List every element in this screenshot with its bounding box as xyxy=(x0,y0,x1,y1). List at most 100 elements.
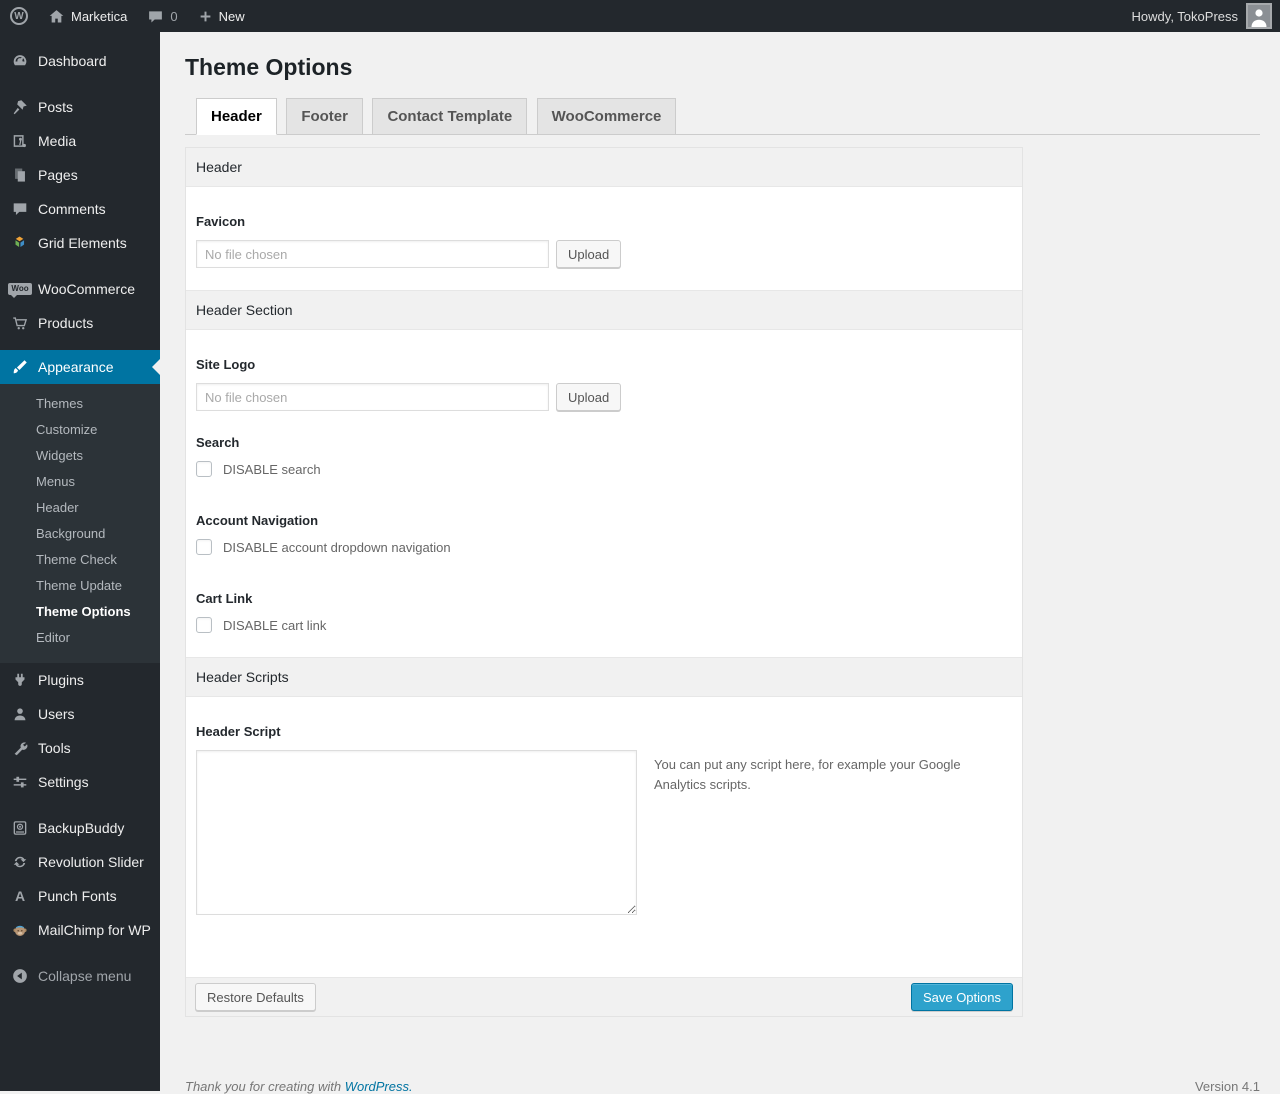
site-logo-file-input[interactable] xyxy=(196,383,549,411)
disable-account-nav-checkbox-label: DISABLE account dropdown navigation xyxy=(223,539,451,555)
sidebar-item-posts[interactable]: Posts xyxy=(0,90,160,124)
avatar-silhouette-icon xyxy=(1248,5,1270,27)
sidebar-item-woocommerce[interactable]: Woo WooCommerce xyxy=(0,272,160,306)
avatar[interactable] xyxy=(1246,3,1272,29)
submenu-item-background[interactable]: Background xyxy=(0,521,160,547)
sidebar-item-label: Posts xyxy=(38,99,74,115)
paintbrush-icon xyxy=(10,357,30,377)
account-navigation-label: Account Navigation xyxy=(196,513,319,528)
menu-separator xyxy=(0,78,160,90)
sidebar-item-backupbuddy[interactable]: BackupBuddy xyxy=(0,811,160,845)
section-header-section-title: Header Section xyxy=(186,290,1022,330)
sidebar-item-pages[interactable]: Pages xyxy=(0,158,160,192)
sidebar-item-label: MailChimp for WP xyxy=(38,922,151,938)
submenu-item-theme-check[interactable]: Theme Check xyxy=(0,547,160,573)
cart-link-label: Cart Link xyxy=(196,591,253,606)
sidebar-item-label: BackupBuddy xyxy=(38,820,125,836)
tab-contact-template[interactable]: Contact Template xyxy=(372,98,528,135)
cart-icon xyxy=(10,313,30,333)
page-title: Theme Options xyxy=(185,54,353,80)
admin-footer: Thank you for creating with WordPress. V… xyxy=(185,1079,1260,1094)
menu-separator xyxy=(0,260,160,272)
main-content: Theme Options Header Footer Contact Temp… xyxy=(160,32,1280,1094)
favicon-file-input[interactable] xyxy=(196,240,549,268)
sidebar-item-users[interactable]: Users xyxy=(0,697,160,731)
submenu-item-themes[interactable]: Themes xyxy=(0,391,160,417)
header-script-help-text: You can put any script here, for example… xyxy=(654,757,961,793)
plus-icon xyxy=(198,9,213,24)
tab-woocommerce[interactable]: WooCommerce xyxy=(536,98,677,135)
header-script-label: Header Script xyxy=(196,724,281,739)
user-icon xyxy=(10,704,30,724)
section-header-body: Favicon Upload xyxy=(186,187,1022,290)
panel-actions-bar: Restore Defaults Save Options xyxy=(186,977,1022,1016)
new-content-menu[interactable]: New xyxy=(188,0,255,32)
backup-archive-icon xyxy=(10,818,30,838)
sidebar-item-grid-elements[interactable]: Grid Elements xyxy=(0,226,160,260)
disable-cart-link-checkbox[interactable] xyxy=(196,617,212,633)
submenu-item-menus[interactable]: Menus xyxy=(0,469,160,495)
sidebar-item-plugins[interactable]: Plugins xyxy=(0,663,160,697)
footer-thanks-text: Thank you for creating with WordPress. xyxy=(185,1079,413,1094)
home-icon xyxy=(48,8,65,25)
disable-account-nav-checkbox[interactable] xyxy=(196,539,212,555)
sidebar-item-label: Products xyxy=(38,315,94,331)
letter-a-icon: A xyxy=(14,888,26,904)
menu-separator xyxy=(0,947,160,959)
submenu-item-widgets[interactable]: Widgets xyxy=(0,443,160,469)
sidebar-item-mailchimp[interactable]: MailChimp for WP xyxy=(0,913,160,947)
search-label: Search xyxy=(196,435,240,450)
menu-separator xyxy=(0,340,160,350)
comment-bubble-icon xyxy=(147,8,164,25)
site-logo-upload-button[interactable]: Upload xyxy=(556,383,622,411)
howdy-account-link[interactable]: Howdy, TokoPress xyxy=(1132,9,1238,24)
header-script-textarea[interactable] xyxy=(196,750,637,915)
collapse-arrow-icon xyxy=(10,966,30,986)
sidebar-item-appearance[interactable]: Appearance xyxy=(0,350,160,384)
disable-cart-link-checkbox-label: DISABLE cart link xyxy=(223,617,327,633)
site-logo-label: Site Logo xyxy=(196,357,256,372)
footer-version: Version 4.1 xyxy=(1194,1079,1260,1094)
sidebar-item-revolution-slider[interactable]: Revolution Slider xyxy=(0,845,160,879)
disable-search-checkbox[interactable] xyxy=(196,461,212,477)
submenu-item-theme-options[interactable]: Theme Options xyxy=(0,599,160,625)
site-name-menu[interactable]: Marketica xyxy=(38,0,137,32)
disable-search-checkbox-label: DISABLE search xyxy=(223,461,321,477)
sidebar-item-label: Pages xyxy=(38,167,78,183)
comments-menu[interactable]: 0 xyxy=(137,0,187,32)
wp-logo-menu[interactable]: W xyxy=(0,0,38,32)
sidebar-item-label: Media xyxy=(38,133,77,149)
wordpress-logo-icon: W xyxy=(10,7,28,25)
sidebar-item-media[interactable]: Media xyxy=(0,124,160,158)
sidebar-item-comments[interactable]: Comments xyxy=(0,192,160,226)
save-options-button[interactable]: Save Options xyxy=(910,983,1013,1011)
sidebar-item-label: Users xyxy=(38,706,75,722)
wordpress-link[interactable]: WordPress. xyxy=(345,1079,413,1094)
section-header-scripts-body: Header Script You can put any script her… xyxy=(186,697,1022,977)
submenu-item-header[interactable]: Header xyxy=(0,495,160,521)
dashboard-icon xyxy=(10,51,30,71)
sidebar-item-punch-fonts[interactable]: A Punch Fonts xyxy=(0,879,160,913)
sidebar-item-dashboard[interactable]: Dashboard xyxy=(0,44,160,78)
refresh-arrows-icon xyxy=(10,852,30,872)
collapse-menu-button[interactable]: Collapse menu xyxy=(0,959,160,993)
pages-icon xyxy=(10,165,30,185)
submenu-item-customize[interactable]: Customize xyxy=(0,417,160,443)
admin-bar: W Marketica 0 New Howdy, TokoPress xyxy=(0,0,1280,32)
favicon-upload-button[interactable]: Upload xyxy=(556,240,622,268)
tab-footer[interactable]: Footer xyxy=(286,98,363,135)
pushpin-icon xyxy=(10,97,30,117)
sidebar-item-tools[interactable]: Tools xyxy=(0,731,160,765)
mailchimp-monkey-icon xyxy=(10,920,30,940)
sidebar-item-products[interactable]: Products xyxy=(0,306,160,340)
submenu-item-editor[interactable]: Editor xyxy=(0,625,160,651)
sidebar-item-label: Appearance xyxy=(38,359,114,375)
tab-header[interactable]: Header xyxy=(196,98,277,135)
site-name-label: Marketica xyxy=(71,8,128,24)
restore-defaults-button[interactable]: Restore Defaults xyxy=(195,983,316,1011)
submenu-item-theme-update[interactable]: Theme Update xyxy=(0,573,160,599)
sidebar-item-label: Revolution Slider xyxy=(38,854,144,870)
theme-options-tab-bar: Header Footer Contact Template WooCommer… xyxy=(185,98,1260,135)
grid-elements-icon xyxy=(10,233,30,253)
sidebar-item-settings[interactable]: Settings xyxy=(0,765,160,799)
